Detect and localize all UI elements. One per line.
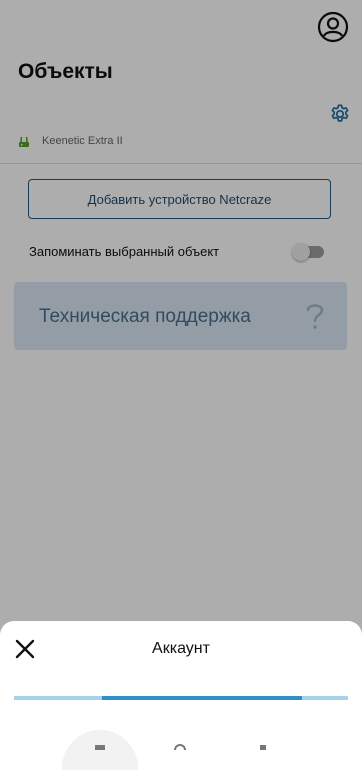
- nav-recents-icon[interactable]: [95, 745, 105, 750]
- sheet-title: Аккаунт: [152, 640, 210, 657]
- loading-progress-fill: [102, 696, 302, 700]
- nav-home-icon[interactable]: [174, 744, 186, 750]
- objects-screen: Объекты ʻʼ Keenetic Extra II Добавить ус…: [0, 0, 362, 770]
- nav-back-icon[interactable]: [260, 745, 266, 750]
- loading-progress-bar: [14, 696, 348, 700]
